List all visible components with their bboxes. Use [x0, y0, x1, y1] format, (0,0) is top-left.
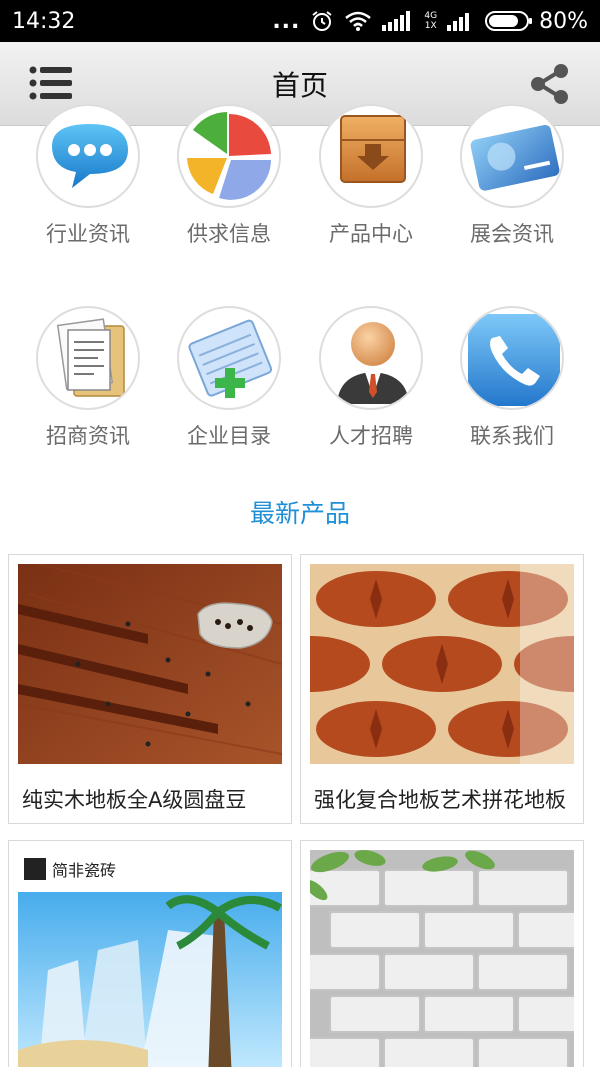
share-button[interactable]: [528, 62, 572, 106]
category-label: 产品中心: [329, 222, 413, 246]
wifi-icon: [345, 11, 372, 31]
list-menu-icon: [29, 66, 72, 100]
white-brick-wall-image: [310, 850, 574, 1067]
chat-bubble-icon: [52, 124, 128, 188]
product-card[interactable]: 强化复合地板艺术拼花地板: [300, 554, 584, 824]
page-title: 首页: [271, 68, 328, 102]
product-image: [18, 564, 282, 764]
product-card[interactable]: 纯实木地板全A级圆盘豆: [8, 554, 292, 824]
notepad-add-icon: [188, 319, 273, 398]
category-label: 招商资讯: [46, 424, 130, 448]
alarm-icon: [312, 11, 332, 31]
network-type-label: 4G 1X: [424, 11, 438, 31]
status-icons: ... 4G 1X 80%: [272, 9, 588, 34]
product-name: 纯实木地板全A级圆盘豆: [22, 788, 247, 812]
category-enterprise-directory[interactable]: 企业目录: [158, 306, 300, 450]
category-label: 展会资讯: [470, 222, 554, 246]
section-title: 最新产品: [249, 499, 350, 528]
status-bar: 14:32 ... 4G 1X 80%: [0, 0, 600, 42]
share-icon: [531, 64, 568, 104]
product-image: 简非瓷砖: [18, 850, 282, 1067]
category-contact-us[interactable]: 联系我们: [441, 306, 583, 450]
product-card[interactable]: [300, 840, 584, 1067]
battery-percent: 80%: [539, 8, 588, 34]
category-label: 联系我们: [470, 424, 554, 448]
person-icon: [337, 322, 409, 404]
battery-icon: [485, 11, 533, 31]
category-industry-news[interactable]: 行业资讯: [17, 104, 159, 248]
pie-chart-icon: [187, 112, 271, 200]
product-image: [310, 850, 574, 1067]
product-name: 强化复合地板艺术拼花地板: [314, 788, 566, 812]
category-label: 行业资讯: [46, 222, 130, 246]
category-product-center[interactable]: 产品中心: [300, 104, 442, 248]
box-download-icon: [340, 115, 406, 183]
category-exhibition-news[interactable]: 展会资讯: [441, 104, 583, 248]
dark-wood-flooring-image: [18, 564, 282, 764]
notification-dots: ...: [272, 8, 301, 34]
signal-strength-icon-2: [447, 13, 470, 31]
status-time: 14:32: [12, 8, 76, 34]
signal-strength-icon: [382, 11, 411, 31]
category-supply-demand[interactable]: 供求信息: [158, 104, 300, 248]
poster-brand-text: 简非瓷砖: [52, 861, 116, 880]
menu-button[interactable]: [28, 64, 76, 104]
category-investment-news[interactable]: 招商资讯: [17, 306, 159, 450]
documents-folder-icon: [56, 318, 125, 397]
category-label: 供求信息: [187, 222, 271, 246]
tile-brand-poster-image: 简非瓷砖: [18, 850, 282, 1067]
parquet-floor-image: [310, 564, 574, 764]
category-label: 企业目录: [187, 424, 271, 448]
category-label: 人才招聘: [329, 424, 413, 448]
category-recruitment[interactable]: 人才招聘: [300, 306, 442, 450]
phone-icon: [468, 314, 560, 406]
credit-card-icon: [470, 124, 560, 191]
product-card[interactable]: 简非瓷砖: [8, 840, 292, 1067]
product-image: [310, 564, 574, 764]
